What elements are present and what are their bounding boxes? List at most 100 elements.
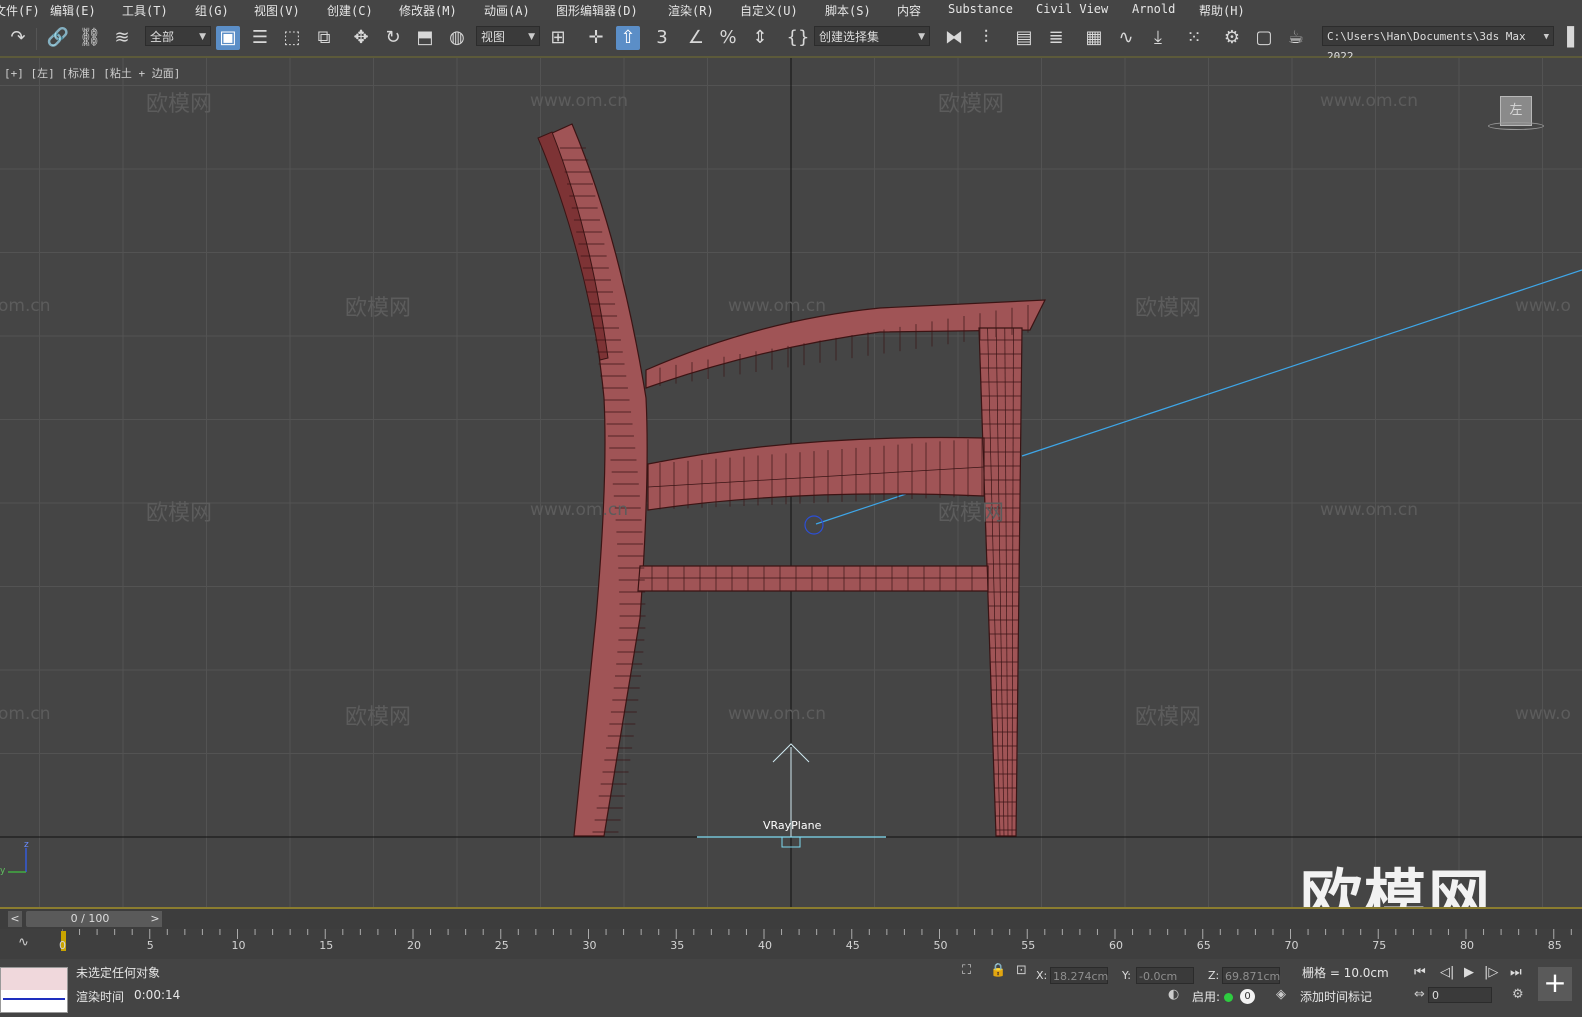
menu-file[interactable]: 文件(F) bbox=[0, 2, 40, 19]
angle-snap-icon[interactable]: ∠ bbox=[684, 26, 708, 50]
render-time-value: 0:00:14 bbox=[134, 988, 181, 1002]
listener-output[interactable] bbox=[1, 990, 67, 1012]
next-frame-button[interactable]: > bbox=[148, 911, 162, 927]
watermark-url: www.om.cn bbox=[728, 704, 827, 724]
menu-substance[interactable]: Substance bbox=[948, 2, 1013, 16]
adaptive-degradation-icon[interactable]: ◐ bbox=[1168, 987, 1179, 1002]
time-slider-thumb[interactable]: 0 / 100 bbox=[26, 911, 154, 927]
scene-explorer-icon[interactable]: ▤ bbox=[1012, 26, 1036, 50]
maxscript-listener[interactable] bbox=[0, 967, 68, 1013]
time-configuration-icon[interactable]: ⚙ bbox=[1512, 987, 1524, 1002]
track-tick-label: 70 bbox=[1284, 939, 1299, 952]
go-to-end-icon[interactable]: ⏭ bbox=[1510, 965, 1522, 980]
named-selection-dropdown[interactable]: 创建选择集 ▼ bbox=[814, 26, 930, 46]
pivot-center-icon[interactable]: ⊞ bbox=[546, 26, 570, 50]
track-tick-label: 75 bbox=[1372, 939, 1387, 952]
redo-icon[interactable]: ↷ bbox=[6, 26, 30, 50]
viewport-left[interactable]: [+] [左] [标准] [粘土 + 边面] 欧模网 www.om.cn 欧模网… bbox=[0, 58, 1582, 909]
main-toolbar: ↷ 🔗 ⛓ ≋ 全部 ▼ ▣ ☰ ⬚ ⧉ ✥ ↻ ⬒ ◍ 视图 ▼ ⊞ ✛ ⇧ … bbox=[0, 20, 1582, 63]
select-object-icon[interactable]: ▣ bbox=[216, 26, 240, 50]
spinner-snap-icon[interactable]: ⇕ bbox=[748, 26, 772, 50]
y-coord-field[interactable]: -0.0cm bbox=[1136, 967, 1194, 984]
percent-snap-icon[interactable]: % bbox=[716, 26, 740, 50]
menu-group[interactable]: 组(G) bbox=[195, 2, 229, 19]
track-tick-label: 35 bbox=[670, 939, 685, 952]
folder-icon[interactable]: ▐ bbox=[1558, 26, 1576, 50]
curve-editor-icon[interactable]: ∿ bbox=[1114, 26, 1138, 50]
watermark: 欧模网 bbox=[345, 296, 412, 321]
reference-coordinate-dropdown[interactable]: 视图 ▼ bbox=[476, 26, 540, 46]
rotate-icon[interactable]: ↻ bbox=[381, 26, 405, 50]
tripod-z-label: z bbox=[24, 840, 29, 850]
unlink-icon[interactable]: ⛓ bbox=[78, 26, 102, 50]
mini-curve-editor-icon[interactable]: ∿ bbox=[18, 935, 29, 950]
select-manipulate-icon[interactable]: ✛ bbox=[584, 26, 608, 50]
watermark-url: www.om.cn bbox=[1320, 500, 1419, 520]
go-to-start-icon[interactable]: ⏮ bbox=[1414, 965, 1426, 980]
watermark-url: www.o bbox=[1515, 704, 1571, 724]
viewcube-compass-ring[interactable] bbox=[1488, 122, 1544, 130]
watermark-url: om.cn bbox=[0, 704, 51, 724]
menu-customize[interactable]: 自定义(U) bbox=[740, 2, 798, 19]
x-coord-field[interactable]: 18.274cm bbox=[1050, 967, 1108, 984]
tripod-y-label: y bbox=[0, 866, 6, 876]
menu-content[interactable]: 内容 bbox=[897, 2, 921, 19]
menu-rendering[interactable]: 渲染(R) bbox=[668, 2, 714, 19]
current-frame-field[interactable]: 0 bbox=[1428, 987, 1492, 1003]
selection-lock-icon[interactable]: 🔒 bbox=[990, 963, 1006, 978]
next-frame-icon[interactable]: |▷ bbox=[1484, 965, 1498, 980]
menu-help[interactable]: 帮助(H) bbox=[1199, 2, 1245, 19]
render-setup-icon[interactable]: ⚙ bbox=[1220, 26, 1244, 50]
menu-animation[interactable]: 动画(A) bbox=[484, 2, 530, 19]
project-folder-dropdown[interactable]: C:\Users\Han\Documents\3ds Max 2022 ▼ bbox=[1322, 26, 1554, 63]
previous-frame-icon[interactable]: ◁| bbox=[1440, 965, 1454, 980]
chevron-down-icon: ▼ bbox=[1543, 32, 1549, 42]
add-time-tag[interactable]: 添加时间标记 bbox=[1300, 988, 1372, 1005]
chair-seat-rail bbox=[647, 436, 985, 511]
bind-space-warp-icon[interactable]: ≋ bbox=[110, 26, 134, 50]
isolate-selection-icon[interactable]: ⛶ bbox=[962, 963, 971, 978]
move-icon[interactable]: ✥ bbox=[349, 26, 373, 50]
schematic-view-icon[interactable]: ⤓ bbox=[1146, 26, 1170, 50]
play-icon[interactable]: ▶ bbox=[1464, 965, 1474, 980]
select-by-name-icon[interactable]: ☰ bbox=[248, 26, 272, 50]
x-coord-label: X: bbox=[1036, 969, 1048, 982]
add-viewport-icon[interactable]: + bbox=[1538, 967, 1572, 1001]
scale-icon[interactable]: ⬒ bbox=[413, 26, 437, 50]
rendered-frame-window-icon[interactable]: ▢ bbox=[1252, 26, 1276, 50]
keyboard-shortcut-override-icon[interactable]: ⇧ bbox=[616, 26, 640, 50]
render-production-icon[interactable]: ☕ bbox=[1284, 26, 1308, 50]
snaps-toggle-icon[interactable]: 3 bbox=[650, 26, 674, 50]
selection-filter-dropdown[interactable]: 全部 ▼ bbox=[145, 26, 211, 46]
track-bar[interactable]: ∿ 0 5 10 15 20 25 30 35 40 45 50 55 60 65 70 75 80 85 bbox=[0, 929, 1582, 959]
absolute-mode-icon[interactable]: ⊡ bbox=[1016, 963, 1027, 978]
menu-civil-view[interactable]: Civil View bbox=[1036, 2, 1108, 16]
menu-views[interactable]: 视图(V) bbox=[254, 2, 300, 19]
menu-tools[interactable]: 工具(T) bbox=[122, 2, 168, 19]
window-crossing-icon[interactable]: ⧉ bbox=[312, 26, 336, 50]
toggle-ribbon-icon[interactable]: ▦ bbox=[1082, 26, 1106, 50]
menu-scripting[interactable]: 脚本(S) bbox=[825, 2, 871, 19]
mirror-icon[interactable]: ⧓ bbox=[942, 26, 966, 50]
material-editor-icon[interactable]: ⁙ bbox=[1182, 26, 1206, 50]
z-coord-field[interactable]: 69.871cm bbox=[1222, 967, 1280, 984]
light-target-line bbox=[1021, 269, 1582, 457]
menu-create[interactable]: 创建(C) bbox=[327, 2, 373, 19]
place-icon[interactable]: ◍ bbox=[445, 26, 469, 50]
watermark: 欧模网 bbox=[1135, 705, 1202, 730]
y-coord-label: Y: bbox=[1122, 969, 1131, 982]
viewcube[interactable]: 左 bbox=[1488, 96, 1544, 136]
menu-modifiers[interactable]: 修改器(M) bbox=[399, 2, 457, 19]
viewport-label[interactable]: [+] [左] [标准] [粘土 + 边面] bbox=[4, 65, 180, 81]
prev-frame-button[interactable]: < bbox=[8, 911, 22, 927]
menu-edit[interactable]: 编辑(E) bbox=[50, 2, 96, 19]
layer-explorer-icon[interactable]: ≣ bbox=[1044, 26, 1068, 50]
menu-arnold[interactable]: Arnold bbox=[1132, 2, 1175, 16]
menu-graph-editors[interactable]: 图形编辑器(D) bbox=[556, 2, 638, 19]
link-icon[interactable]: 🔗 bbox=[46, 26, 70, 50]
time-tag-icon[interactable]: ◈ bbox=[1276, 987, 1286, 1002]
rectangular-selection-icon[interactable]: ⬚ bbox=[280, 26, 304, 50]
edit-named-selection-icon[interactable]: {} bbox=[786, 26, 810, 50]
key-mode-icon[interactable]: ⇔ bbox=[1414, 987, 1425, 1002]
align-icon[interactable]: ⫶ bbox=[974, 26, 998, 50]
